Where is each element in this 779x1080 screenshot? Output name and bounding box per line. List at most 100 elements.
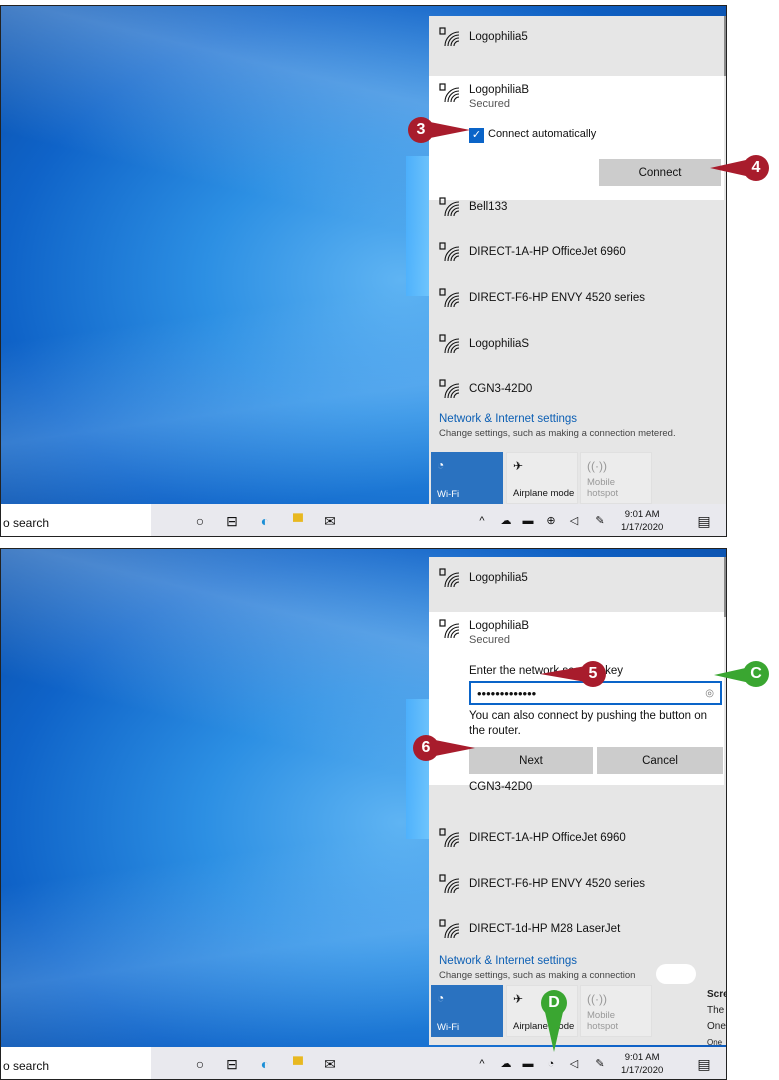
clock-time: 9:01 AM [624, 1052, 660, 1063]
connect-button[interactable]: Connect [599, 159, 721, 186]
battery-icon[interactable]: ▬ [519, 1055, 537, 1073]
tile-label: Mobile hotspot [587, 1010, 619, 1032]
wifi-secured-icon [439, 619, 459, 639]
wifi-secured-icon [439, 83, 459, 103]
network-item[interactable]: Logophilia5 [429, 16, 724, 60]
wifi-tile[interactable]: ◔ Wi-Fi [431, 985, 503, 1037]
network-item[interactable]: DIRECT-1A-HP OfficeJet 6960 [429, 817, 724, 861]
network-item[interactable]: DIRECT-F6-HP ENVY 4520 series [429, 863, 724, 907]
search-box[interactable]: o search [1, 1047, 151, 1079]
action-center-icon[interactable]: ▤ [695, 512, 713, 530]
onedrive-icon[interactable]: ☁ [497, 1055, 515, 1073]
toast-line: One [707, 1021, 726, 1032]
network-item-selected[interactable]: LogophiliaB Secured Enter the network se… [429, 612, 724, 785]
onedrive-cloud-icon [656, 964, 696, 984]
checkbox-label: Connect automatically [488, 128, 597, 140]
network-name: Logophilia5 [469, 31, 528, 43]
next-button[interactable]: Next [469, 747, 593, 774]
pen-icon[interactable]: ✎ [591, 1055, 609, 1073]
notification-toast[interactable]: Scre The One One [707, 987, 727, 1051]
callout-step: 5 [580, 661, 606, 687]
network-settings-link[interactable]: Network & Internet settings [439, 955, 635, 967]
toast-line: Scre [707, 989, 727, 1000]
clock-date: 1/17/2020 [621, 522, 664, 533]
cortana-icon[interactable]: ○ [191, 512, 209, 530]
clock[interactable]: 9:01 AM 1/17/2020 [621, 508, 663, 534]
network-name: LogophiliaB [469, 84, 530, 96]
volume-icon[interactable]: ◁ [565, 1055, 583, 1073]
hotspot-icon: ((·)) [587, 992, 607, 1006]
clock-time: 9:01 AM [624, 509, 660, 520]
wifi-secured-icon [439, 919, 459, 939]
chevron-up-icon[interactable]: ^ [473, 512, 491, 530]
wifi-tile[interactable]: ◔ Wi-Fi [431, 452, 503, 504]
pen-icon[interactable]: ✎ [591, 512, 609, 530]
mail-icon[interactable]: ✉ [321, 512, 339, 530]
network-item-selected[interactable]: LogophiliaB Secured ✓ Connect automatica… [429, 76, 724, 200]
network-item[interactable]: DIRECT-1A-HP OfficeJet 6960 [429, 231, 724, 275]
cancel-button[interactable]: Cancel [597, 747, 723, 774]
file-explorer-icon[interactable]: ▀ [289, 512, 307, 530]
airplane-mode-tile[interactable]: ✈ Airplane mode [506, 985, 578, 1037]
wifi-secured-icon [439, 379, 459, 399]
network-name: DIRECT-F6-HP ENVY 4520 series [469, 878, 645, 890]
screenshot-connect: Logophilia5 LogophiliaB Secured ✓ Connec… [0, 5, 727, 537]
network-name: LogophiliaS [469, 338, 530, 350]
hotspot-icon: ((·)) [587, 459, 607, 473]
tile-label: Airplane mode [513, 488, 575, 499]
network-name: Logophilia5 [469, 572, 528, 584]
airplane-mode-tile[interactable]: ✈ Airplane mode [506, 452, 578, 504]
network-name: CGN3-42D0 [469, 383, 533, 395]
task-view-icon[interactable]: ⊟ [223, 512, 241, 530]
wifi-secured-icon [439, 828, 459, 848]
network-item[interactable]: Logophilia5 [429, 557, 724, 601]
network-name: DIRECT-1A-HP OfficeJet 6960 [469, 246, 626, 258]
volume-icon[interactable]: ◁ [565, 512, 583, 530]
network-globe-icon[interactable]: ⊕ [542, 512, 560, 530]
taskbar: o search ○ ⊟ ◐ ▀ ✉ ^ ☁ ▬ ◔ ◁ ✎ 9:01 AM 1… [1, 1047, 726, 1079]
action-center-icon[interactable]: ▤ [695, 1055, 713, 1073]
password-dots: ••••••••••••• [477, 686, 537, 701]
search-box[interactable]: o search [1, 504, 151, 536]
battery-icon[interactable]: ▬ [519, 512, 537, 530]
search-placeholder: o search [3, 516, 50, 530]
search-placeholder: o search [3, 1059, 50, 1073]
wifi-secured-icon [439, 197, 459, 217]
network-settings-link[interactable]: Network & Internet settings [439, 413, 676, 425]
scrollbar[interactable] [724, 16, 726, 76]
scrollbar[interactable] [724, 557, 726, 617]
wifi-secured-icon [439, 874, 459, 894]
wifi-secured-icon [439, 568, 459, 588]
clock[interactable]: 9:01 AM 1/17/2020 [621, 1051, 663, 1077]
network-item[interactable]: CGN3-42D0 [429, 368, 724, 412]
network-item[interactable]: CGN3-42D0 [429, 779, 724, 799]
network-item[interactable]: DIRECT-1d-HP M28 LaserJet [429, 908, 724, 952]
checkmark-icon: ✓ [469, 128, 484, 143]
network-settings-description: Change settings, such as making a connec… [439, 428, 676, 439]
network-name: CGN3-42D0 [469, 781, 533, 793]
chevron-up-icon[interactable]: ^ [473, 1055, 491, 1073]
network-settings: Network & Internet settings Change setti… [439, 413, 676, 439]
callout-pointer [435, 740, 475, 756]
file-explorer-icon[interactable]: ▀ [289, 1055, 307, 1073]
network-flyout: Logophilia5 LogophiliaB Secured ✓ Connec… [429, 16, 726, 504]
wifi-secured-icon [439, 334, 459, 354]
network-item[interactable]: Bell133 [429, 186, 724, 230]
callout-pointer [710, 160, 746, 176]
tile-label: Mobile hotspot [587, 477, 619, 499]
taskbar: o search ○ ⊟ ◐ ▀ ✉ ^ ☁ ▬ ⊕ ◁ ✎ 9:01 AM 1… [1, 504, 726, 536]
reveal-password-icon[interactable]: ◎ [705, 688, 714, 699]
cortana-icon[interactable]: ○ [191, 1055, 209, 1073]
onedrive-icon[interactable]: ☁ [497, 512, 515, 530]
mobile-hotspot-tile[interactable]: ((·)) Mobile hotspot [580, 985, 652, 1037]
wifi-icon: ◔ [437, 458, 445, 472]
task-view-icon[interactable]: ⊟ [223, 1055, 241, 1073]
callout-pointer [430, 122, 470, 138]
network-item[interactable]: DIRECT-F6-HP ENVY 4520 series [429, 277, 724, 321]
edge-icon[interactable]: ◐ [256, 1055, 274, 1073]
wifi-tray-icon[interactable]: ◔ [542, 1055, 560, 1073]
network-item[interactable]: LogophiliaS [429, 323, 724, 367]
mail-icon[interactable]: ✉ [321, 1055, 339, 1073]
edge-icon[interactable]: ◐ [256, 512, 274, 530]
mobile-hotspot-tile[interactable]: ((·)) Mobile hotspot [580, 452, 652, 504]
